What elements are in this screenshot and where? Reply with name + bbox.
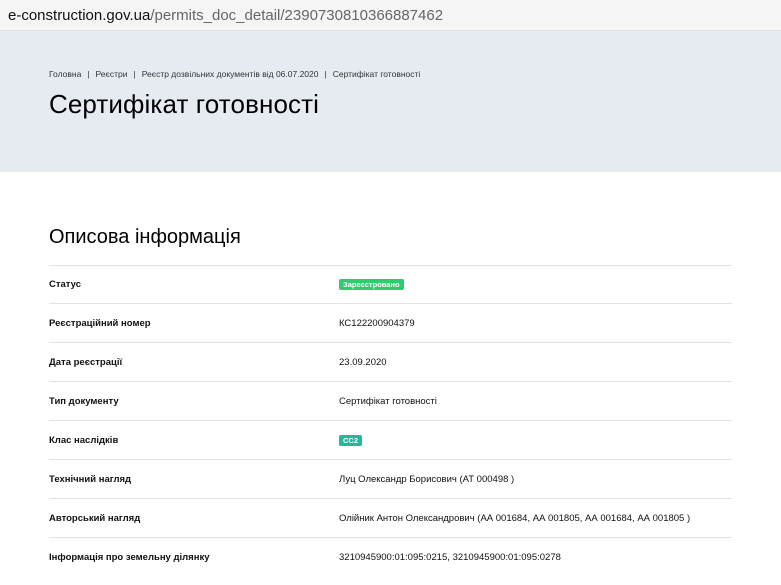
row-label: Клас наслідків [49, 434, 119, 446]
status-badge: Зареєстровано [339, 279, 404, 290]
status-badge: СС2 [339, 434, 363, 446]
row-value: 23.09.2020 [339, 356, 387, 368]
info-table: Статус Зареєстровано Реєстраційний номер КС… [49, 265, 732, 576]
breadcrumb-registries[interactable]: Реєстри [96, 69, 128, 79]
page-title: Сертифікат готовності [49, 89, 319, 119]
url-domain: e-construction.gov.ua [8, 6, 151, 24]
table-row: Дата реєстрації 23.09.2020 [49, 342, 732, 381]
row-value: 3210945900:01:095:0215, 3210945900:01:09… [339, 551, 561, 563]
row-label: Статус [49, 279, 82, 290]
table-row: Статус Зареєстровано [49, 265, 732, 303]
table-row: Тип документу Сертифікат готовності [49, 381, 732, 420]
section-title: Описова інформація [49, 226, 241, 248]
breadcrumb-separator: | [324, 69, 327, 79]
breadcrumb-permits-registry[interactable]: Реєстр дозвільних документів від 06.07.2… [142, 69, 319, 79]
table-row: Авторський нагляд Олійник Антон Олександр… [49, 498, 732, 537]
row-value: Олійник Антон Олександрович (АА 001684, … [339, 512, 691, 524]
row-value: Сертифікат готовності [339, 395, 437, 407]
row-label: Технічний нагляд [49, 473, 132, 485]
row-label: Інформація про земельну ділянку [49, 551, 210, 563]
table-row: Інформація про земельну ділянку 321094590… [49, 537, 732, 576]
breadcrumb-current: Сертифікат готовності [332, 69, 421, 79]
row-value: КС122200904379 [339, 317, 415, 329]
table-row: Технічний нагляд Луц Олександр Борисович … [49, 459, 732, 498]
address-bar[interactable]: e-construction.gov.ua/permits_doc_detail… [0, 0, 781, 31]
row-value: СС2 [339, 434, 363, 446]
row-label: Авторський нагляд [49, 512, 141, 524]
breadcrumb-home[interactable]: Головна [49, 69, 81, 79]
table-row: Реєстраційний номер КС122200904379 [49, 303, 732, 342]
row-label: Тип документу [49, 395, 119, 407]
url-path: /permits_doc_detail/2390730810366887462 [150, 6, 444, 24]
breadcrumb: Головна | Реєстри | Реєстр дозвільних до… [49, 31, 781, 79]
row-value: Луц Олександр Борисович (АТ 000498 ) [339, 473, 515, 485]
breadcrumb-separator: | [133, 69, 136, 79]
row-label: Реєстраційний номер [49, 317, 151, 329]
page-header: Головна | Реєстри | Реєстр дозвільних до… [0, 31, 781, 172]
row-label: Дата реєстрації [49, 356, 123, 368]
description-section: Описова інформація Статус Зареєстровано Ре… [0, 226, 781, 576]
table-row: Клас наслідків СС2 [49, 420, 732, 459]
row-value: Зареєстровано [339, 279, 404, 290]
breadcrumb-separator: | [87, 69, 90, 79]
